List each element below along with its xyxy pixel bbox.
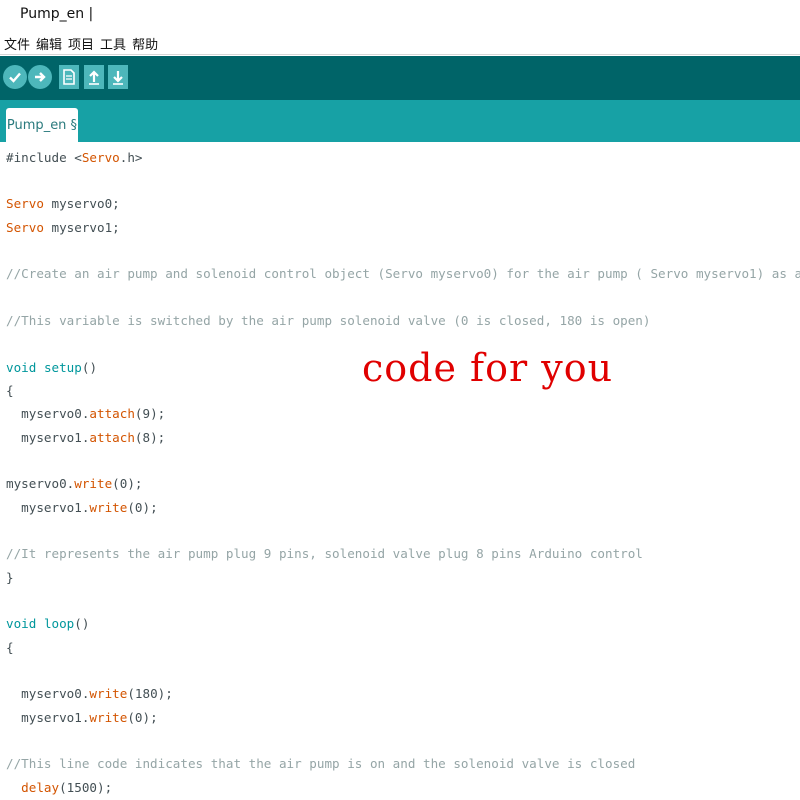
window-title: Pump_en | — [20, 6, 94, 22]
verify-button[interactable] — [3, 64, 27, 90]
code-line: { — [6, 640, 14, 655]
code-line: myservo1.attach(8); — [6, 430, 166, 445]
title-bar: Pump_en | — [0, 0, 800, 32]
code-editor[interactable]: #include <Servo.h> Servo myservo0; Servo… — [0, 142, 800, 800]
code-comment: //This line code indicates that the air … — [6, 756, 636, 771]
open-button[interactable] — [82, 64, 106, 90]
menu-help[interactable]: 帮助 — [128, 34, 160, 53]
arrow-up-icon — [89, 70, 99, 85]
code-comment: //It represents the air pump plug 9 pins… — [6, 546, 643, 561]
checkmark-icon — [9, 72, 21, 83]
menu-bar: 文件 编辑 项目 工具 帮助 — [0, 32, 800, 55]
arrow-right-icon — [35, 72, 46, 82]
code-line: delay(1500); — [21, 780, 113, 795]
code-line: myservo0.write(0); — [6, 476, 143, 491]
code-comment: //Create an air pump and solenoid contro… — [6, 266, 800, 281]
code-line: #include <Servo.h> — [6, 150, 143, 165]
upload-button[interactable] — [28, 64, 52, 90]
code-line: void setup() — [6, 360, 98, 375]
toolbar — [0, 56, 800, 100]
code-line: } — [6, 570, 14, 585]
menu-file[interactable]: 文件 — [0, 34, 32, 53]
code-line: myservo0.attach(9); — [6, 406, 166, 421]
menu-sketch[interactable]: 项目 — [64, 34, 96, 53]
code-line: myservo1.write(0); — [6, 500, 158, 515]
tab-strip: Pump_en § — [0, 100, 800, 142]
menu-tools[interactable]: 工具 — [96, 34, 128, 53]
overlay-caption: code for you — [362, 346, 614, 390]
save-button[interactable] — [106, 64, 130, 90]
new-button[interactable] — [57, 64, 81, 90]
code-line: Servo myservo1; — [6, 220, 120, 235]
tab-pump-en[interactable]: Pump_en § — [6, 108, 78, 142]
code-line: void loop() — [6, 616, 90, 631]
arrow-down-icon — [113, 71, 123, 85]
code-line: { — [6, 383, 14, 398]
code-comment: //This variable is switched by the air p… — [6, 313, 651, 328]
new-file-icon — [63, 69, 75, 85]
menu-edit[interactable]: 编辑 — [32, 34, 64, 53]
code-line: Servo myservo0; — [6, 196, 120, 211]
code-line: myservo0.write(180); — [6, 686, 173, 701]
code-line: myservo1.write(0); — [6, 710, 158, 725]
